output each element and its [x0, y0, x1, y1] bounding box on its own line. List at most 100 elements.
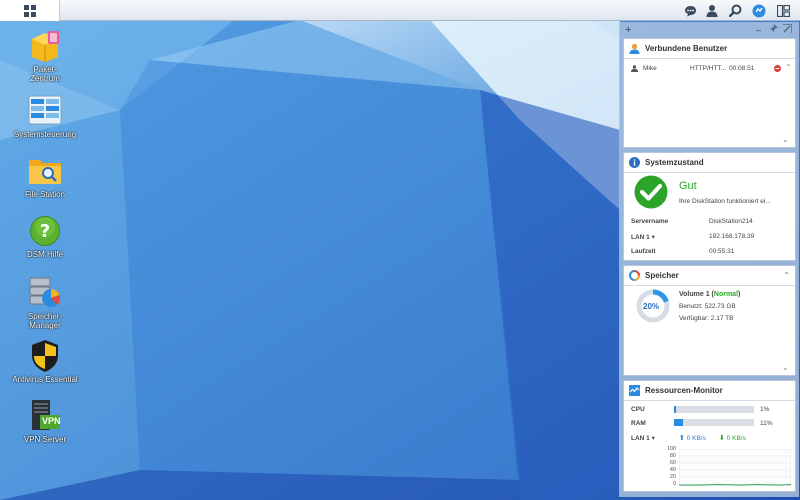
network-interface-label: LAN 1 — [631, 435, 650, 442]
main-menu-icon — [23, 4, 36, 17]
download-rate-value: 0 KB/s — [726, 435, 746, 442]
storage-icon — [629, 270, 640, 281]
desktop-icon-control-panel[interactable]: Systemsteuerung — [7, 93, 83, 139]
upload-rate-value: 0 KB/s — [686, 435, 706, 442]
chat-button[interactable] — [681, 2, 699, 19]
notification-button[interactable] — [750, 2, 768, 19]
widgets-icon — [776, 4, 790, 17]
users-icon — [629, 43, 640, 54]
chat-icon — [684, 5, 696, 16]
info-icon — [629, 157, 640, 168]
y-tick-label: 40 — [669, 467, 676, 473]
desktop-icon-label: Paket- Zentrum — [30, 65, 60, 83]
antivirus-icon — [27, 338, 63, 374]
search-button[interactable] — [726, 2, 744, 19]
widget-panel: + – Verbundene Benutzer Mike HTTP/HTT...… — [619, 22, 799, 497]
cpu-label: CPU — [631, 406, 645, 413]
pin-icon[interactable] — [769, 23, 778, 37]
desktop-icon-label: Antivirus Essential — [12, 375, 78, 384]
table-row: Mike HTTP/HTT... 00:08:51 ⌃ — [629, 63, 792, 75]
user-time: 00:08:51 — [729, 65, 755, 72]
lan-label[interactable]: LAN 1 ▾ — [631, 233, 655, 241]
vpn-badge: VPN — [42, 416, 61, 426]
y-tick-label: 60 — [669, 460, 676, 466]
search-icon — [728, 4, 741, 17]
desktop-icon-file-station[interactable]: File Station — [7, 153, 83, 199]
control-panel-icon — [27, 93, 63, 129]
download-arrow-icon: ⬇ — [719, 435, 725, 442]
desktop-icon-label: File Station — [24, 190, 66, 199]
ram-label: RAM — [631, 420, 646, 427]
user-icon — [706, 5, 718, 17]
widget-header: Ressourcen-Monitor — [624, 381, 795, 401]
disconnect-user-button[interactable] — [774, 65, 781, 74]
storage-manager-icon — [27, 275, 63, 311]
widget-title: Speicher — [645, 271, 679, 280]
widgets-button[interactable] — [774, 2, 792, 19]
widget-connected-users: Verbundene Benutzer Mike HTTP/HTT... 00:… — [623, 38, 796, 148]
vpn-server-icon: VPN — [27, 398, 63, 434]
add-widget-button[interactable]: + — [625, 23, 631, 37]
y-tick-label: 20 — [669, 474, 676, 480]
desktop-icon-vpn-server[interactable]: VPN VPN Server — [7, 398, 83, 444]
servername-value: DiskStation214 — [709, 218, 753, 225]
volume-name-text: Volume 1 ( — [679, 291, 714, 298]
widget-panel-toolbar: + – — [619, 22, 799, 38]
download-rate: ⬇ 0 KB/s — [719, 434, 746, 442]
volume-status: Normal — [713, 291, 739, 298]
notification-icon — [752, 4, 766, 17]
desktop-icon-label: Speicher- Manager — [27, 312, 63, 330]
upload-rate: ⬆ 0 KB/s — [679, 434, 706, 442]
widget-system-health: Systemzustand Gut Ihre DiskStation funkt… — [623, 152, 796, 261]
widget-resource-monitor: Ressourcen-Monitor CPU 1% RAM 11% LAN 1 … — [623, 380, 796, 492]
storage-percent: 20% — [643, 302, 660, 311]
file-station-icon — [27, 153, 63, 189]
desktop-icon-antivirus[interactable]: Antivirus Essential — [7, 338, 83, 384]
volume-close: ) — [738, 291, 741, 298]
chevron-up-icon[interactable]: ⌃ — [783, 271, 790, 280]
desktop-icon-dsm-help[interactable]: ? DSM Hilfe — [7, 213, 83, 259]
user-protocol: HTTP/HTT... — [690, 65, 727, 72]
taskbar — [0, 0, 800, 21]
user-button[interactable] — [703, 2, 721, 19]
widget-title: Systemzustand — [645, 158, 704, 167]
user-icon — [631, 65, 638, 74]
widget-title: Ressourcen-Monitor — [645, 386, 723, 395]
network-chart-y-axis: 100 80 60 40 20 0 — [654, 446, 676, 487]
lan-label-text: LAN 1 — [631, 234, 650, 241]
desktop-icon-label: Systemsteuerung — [13, 130, 77, 139]
ram-value: 11% — [760, 420, 773, 427]
servername-label: Servername — [631, 218, 669, 225]
status-good-icon — [634, 175, 668, 211]
resource-monitor-icon — [629, 385, 640, 396]
widget-header: Speicher ⌃ — [624, 266, 795, 286]
health-status: Gut — [679, 180, 697, 192]
y-tick-label: 100 — [666, 446, 676, 452]
stop-icon — [774, 65, 781, 72]
chevron-down-icon[interactable]: ⌄ — [782, 135, 789, 144]
ram-bar-fill — [674, 419, 683, 426]
widget-title: Verbundene Benutzer — [645, 44, 728, 53]
chevron-up-icon[interactable]: ⌃ — [785, 63, 792, 72]
cpu-bar-fill — [674, 406, 676, 413]
cpu-bar — [674, 406, 754, 413]
desktop-icon-package-center[interactable]: Paket- Zentrum — [7, 28, 83, 83]
network-interface-select[interactable]: LAN 1 ▾ — [631, 434, 655, 442]
main-menu-button[interactable] — [0, 0, 60, 21]
network-chart — [679, 449, 791, 486]
package-center-icon — [27, 28, 63, 64]
health-message: Ihre DiskStation funktioniert ei... — [679, 198, 771, 205]
volume-name[interactable]: Volume 1 (Normal) — [679, 291, 740, 298]
widget-header: Verbundene Benutzer — [624, 39, 795, 59]
widget-storage: Speicher ⌃ 20% Volume 1 (Normal) Benutzt… — [623, 265, 796, 376]
desktop-icon-storage-manager[interactable]: Speicher- Manager — [7, 275, 83, 330]
desktop-icon-label: DSM Hilfe — [26, 250, 63, 259]
upload-arrow-icon: ⬆ — [679, 435, 685, 442]
minimize-panel-button[interactable]: – — [756, 23, 761, 37]
help-icon: ? — [27, 213, 63, 249]
chevron-down-icon[interactable]: ⌄ — [782, 363, 789, 372]
cpu-value: 1% — [760, 406, 770, 413]
user-name: Mike — [643, 65, 657, 72]
panel-close-icon[interactable] — [783, 23, 793, 37]
desktop-icon-label: VPN Server — [23, 435, 67, 444]
